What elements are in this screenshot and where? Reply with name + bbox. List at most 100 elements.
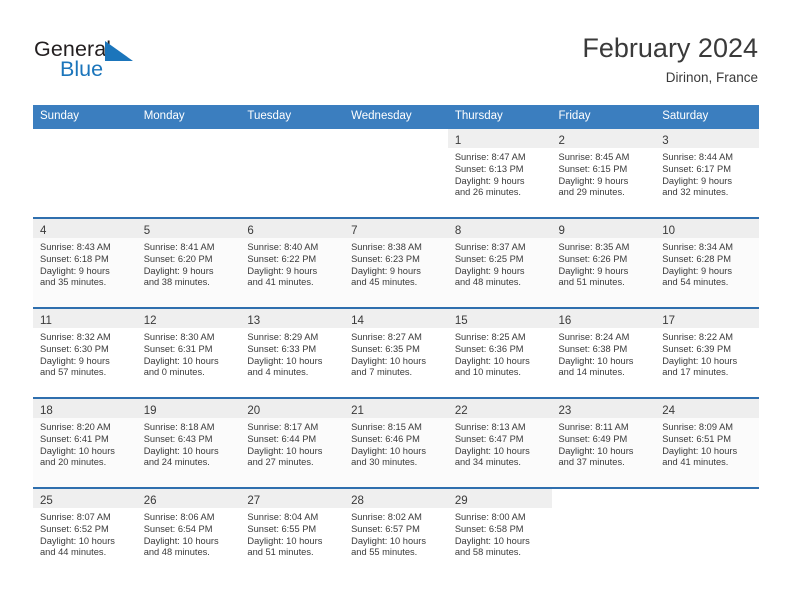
calendar-day-cell[interactable]: 9 Sunrise: 8:35 AM Sunset: 6:26 PM Daylight… [551, 217, 656, 308]
day-detail-line: and 55 minutes. [351, 547, 418, 558]
day-detail-line: Sunset: 6:23 PM [351, 253, 420, 264]
day-details: Sunrise: 8:18 AM Sunset: 6:43 PM Daylight:… [137, 418, 241, 469]
day-detail-line: Sunset: 6:49 PM [558, 433, 628, 444]
day-cell-content: 27 Sunrise: 8:04 AM Sunset: 6:55 PM Dayligh… [240, 489, 345, 577]
calendar-body: 1 Sunrise: 8:47 AM Sunset: 6:13 PM Daylight… [33, 129, 759, 577]
calendar-day-cell[interactable]: 8 Sunrise: 8:37 AM Sunset: 6:25 PM Daylight… [447, 217, 552, 308]
calendar-day-cell[interactable]: 28 Sunrise: 8:02 AM Sunset: 6:57 PM Dayligh… [344, 487, 448, 577]
day-detail-line: Sunrise: 8:07 AM [40, 512, 111, 522]
day-detail-line: Sunrise: 8:02 AM [351, 512, 422, 522]
day-cell-content: 21 Sunrise: 8:15 AM Sunset: 6:46 PM Dayligh… [344, 399, 448, 487]
day-number-band: 1 [447, 129, 552, 148]
day-detail-line: Sunrise: 8:35 AM [558, 242, 630, 252]
calendar-week-row: 1 Sunrise: 8:47 AM Sunset: 6:13 PM Daylight… [33, 129, 759, 218]
day-detail-line: Sunrise: 8:27 AM [351, 332, 422, 342]
calendar-day-cell[interactable]: 21 Sunrise: 8:15 AM Sunset: 6:46 PM Dayligh… [344, 397, 448, 488]
day-number-band: 9 [551, 219, 656, 238]
calendar-day-cell[interactable]: 19 Sunrise: 8:18 AM Sunset: 6:43 PM Dayligh… [136, 397, 241, 488]
day-cell-content: 8 Sunrise: 8:37 AM Sunset: 6:25 PM Daylight… [447, 219, 552, 307]
day-detail-line: Daylight: 10 hours [143, 445, 219, 456]
day-number-band: 18 [33, 399, 137, 418]
calendar-day-cell[interactable]: 3 Sunrise: 8:44 AM Sunset: 6:17 PM Daylight… [655, 129, 759, 218]
day-number-band: 15 [447, 309, 552, 328]
calendar-day-cell[interactable]: 29 Sunrise: 8:00 AM Sunset: 6:58 PM Dayligh… [447, 487, 552, 577]
calendar-day-cell[interactable]: 5 Sunrise: 8:41 AM Sunset: 6:20 PM Daylight… [136, 217, 241, 308]
calendar-day-cell[interactable]: 23 Sunrise: 8:11 AM Sunset: 6:49 PM Dayligh… [551, 397, 656, 488]
calendar-day-cell[interactable]: 27 Sunrise: 8:04 AM Sunset: 6:55 PM Dayligh… [240, 487, 345, 577]
day-detail-line: Daylight: 9 hours [662, 175, 732, 186]
day-details: Sunrise: 8:25 AM Sunset: 6:36 PM Daylight:… [448, 328, 552, 379]
calendar-day-cell[interactable]: 24 Sunrise: 8:09 AM Sunset: 6:51 PM Dayligh… [655, 397, 759, 488]
day-detail-line: Daylight: 9 hours [662, 265, 732, 276]
day-detail-line: Sunset: 6:30 PM [40, 343, 109, 354]
day-number-band: 4 [33, 219, 137, 238]
day-detail-line: Sunrise: 8:45 AM [558, 152, 630, 162]
calendar-day-cell[interactable]: 17 Sunrise: 8:22 AM Sunset: 6:39 PM Dayligh… [655, 307, 759, 398]
calendar-day-cell[interactable]: 11 Sunrise: 8:32 AM Sunset: 6:30 PM Dayligh… [33, 307, 137, 398]
day-number-band: 19 [136, 399, 241, 418]
day-number-band: 20 [240, 399, 345, 418]
day-detail-line: Sunset: 6:58 PM [454, 523, 524, 534]
calendar-week-row: 4 Sunrise: 8:43 AM Sunset: 6:18 PM Daylight… [33, 217, 759, 308]
day-cell-content: 17 Sunrise: 8:22 AM Sunset: 6:39 PM Dayligh… [655, 309, 759, 397]
calendar-day-cell[interactable]: 15 Sunrise: 8:25 AM Sunset: 6:36 PM Dayligh… [447, 307, 552, 398]
day-detail-line: and 57 minutes. [40, 367, 107, 378]
day-details: Sunrise: 8:22 AM Sunset: 6:39 PM Daylight:… [655, 328, 759, 379]
calendar-day-cell[interactable]: 22 Sunrise: 8:13 AM Sunset: 6:47 PM Dayligh… [447, 397, 552, 488]
day-details [240, 148, 344, 152]
day-detail-line: and 30 minutes. [351, 457, 418, 468]
calendar-day-cell[interactable]: 16 Sunrise: 8:24 AM Sunset: 6:38 PM Dayligh… [551, 307, 656, 398]
day-detail-line: and 44 minutes. [40, 547, 107, 558]
day-number-band: 26 [136, 489, 241, 508]
day-cell-content: 7 Sunrise: 8:38 AM Sunset: 6:23 PM Daylight… [344, 219, 448, 307]
day-detail-line: Sunset: 6:33 PM [247, 343, 317, 354]
day-detail-line: and 17 minutes. [662, 367, 729, 378]
day-detail-line: Sunrise: 8:11 AM [558, 422, 629, 432]
calendar-day-cell[interactable]: 6 Sunrise: 8:40 AM Sunset: 6:22 PM Daylight… [240, 217, 345, 308]
day-number: 6 [247, 225, 254, 237]
day-detail-line: Sunrise: 8:32 AM [40, 332, 111, 342]
day-number-band [344, 129, 448, 148]
day-number: 27 [247, 495, 261, 507]
day-detail-line: Sunset: 6:39 PM [662, 343, 731, 354]
day-number-band: 7 [344, 219, 448, 238]
day-detail-line: and 26 minutes. [454, 187, 521, 198]
day-detail-line: Sunrise: 8:18 AM [143, 422, 215, 432]
day-detail-line: Sunset: 6:54 PM [143, 523, 213, 534]
calendar-day-cell[interactable]: 12 Sunrise: 8:30 AM Sunset: 6:31 PM Dayligh… [136, 307, 241, 398]
calendar-day-cell[interactable]: 25 Sunrise: 8:07 AM Sunset: 6:52 PM Dayligh… [33, 487, 137, 577]
day-cell-content: 26 Sunrise: 8:06 AM Sunset: 6:54 PM Dayligh… [136, 489, 241, 577]
brand-logo[interactable]: General Blue [34, 38, 264, 94]
day-number: 22 [454, 405, 468, 417]
day-cell-content: 3 Sunrise: 8:44 AM Sunset: 6:17 PM Daylight… [655, 129, 759, 217]
day-number-band: 27 [240, 489, 345, 508]
day-detail-line: and 29 minutes. [558, 187, 625, 198]
day-details [137, 148, 241, 152]
day-number-band: 14 [344, 309, 448, 328]
calendar-day-cell[interactable]: 4 Sunrise: 8:43 AM Sunset: 6:18 PM Daylight… [33, 217, 137, 308]
day-detail-line: and 54 minutes. [662, 277, 729, 288]
day-detail-line: and 0 minutes. [143, 367, 205, 378]
calendar-day-cell [240, 129, 345, 218]
day-number: 23 [558, 405, 572, 417]
day-detail-line: Sunset: 6:28 PM [662, 253, 731, 264]
calendar-day-cell[interactable]: 7 Sunrise: 8:38 AM Sunset: 6:23 PM Daylight… [344, 217, 448, 308]
calendar-day-cell[interactable]: 10 Sunrise: 8:34 AM Sunset: 6:28 PM Dayligh… [655, 217, 759, 308]
calendar-day-cell[interactable]: 13 Sunrise: 8:29 AM Sunset: 6:33 PM Dayligh… [240, 307, 345, 398]
day-number-band: 2 [551, 129, 656, 148]
calendar-day-cell[interactable]: 1 Sunrise: 8:47 AM Sunset: 6:13 PM Daylight… [447, 129, 552, 218]
calendar-day-cell[interactable]: 26 Sunrise: 8:06 AM Sunset: 6:54 PM Dayligh… [136, 487, 241, 577]
day-details: Sunrise: 8:43 AM Sunset: 6:18 PM Daylight:… [33, 238, 137, 289]
day-details: Sunrise: 8:32 AM Sunset: 6:30 PM Daylight:… [33, 328, 137, 379]
calendar-day-cell[interactable]: 14 Sunrise: 8:27 AM Sunset: 6:35 PM Dayligh… [344, 307, 448, 398]
weekday-header-saturday: Saturday [655, 105, 759, 129]
calendar-day-cell[interactable]: 2 Sunrise: 8:45 AM Sunset: 6:15 PM Daylight… [551, 129, 656, 218]
day-detail-line: Sunrise: 8:04 AM [247, 512, 319, 522]
calendar-day-cell[interactable]: 18 Sunrise: 8:20 AM Sunset: 6:41 PM Dayligh… [33, 397, 137, 488]
day-number-band: 8 [447, 219, 552, 238]
day-detail-line: Sunrise: 8:25 AM [454, 332, 526, 342]
day-details: Sunrise: 8:47 AM Sunset: 6:13 PM Daylight:… [448, 148, 552, 199]
day-detail-line: and 24 minutes. [143, 457, 210, 468]
calendar-day-cell[interactable]: 20 Sunrise: 8:17 AM Sunset: 6:44 PM Dayligh… [240, 397, 345, 488]
day-details: Sunrise: 8:13 AM Sunset: 6:47 PM Daylight:… [448, 418, 552, 469]
